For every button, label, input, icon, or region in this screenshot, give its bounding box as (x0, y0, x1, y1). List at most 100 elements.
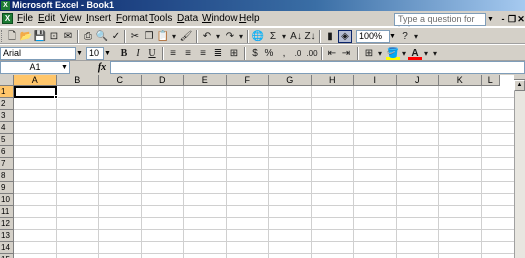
row-header-12[interactable]: 12 (0, 218, 14, 230)
column-header-i[interactable]: I (354, 75, 397, 86)
font-color-dropdown-icon[interactable]: ▾ (422, 47, 430, 60)
autosum-dropdown-icon[interactable]: ▾ (280, 30, 288, 43)
align-center-icon[interactable]: ≡ (181, 47, 195, 60)
align-left-icon[interactable]: ≡ (166, 47, 180, 60)
underline-button[interactable]: U (145, 47, 159, 60)
row-header-1[interactable]: 1 (0, 86, 14, 98)
insert-function-icon[interactable]: fx (95, 61, 109, 74)
help-icon[interactable]: ? (398, 30, 412, 43)
italic-button[interactable]: I (131, 47, 145, 60)
menu-edit[interactable]: Edit (36, 13, 57, 25)
percent-button[interactable]: % (262, 47, 276, 60)
row-header-6[interactable]: 6 (0, 146, 14, 158)
row-header-15[interactable]: 15 (0, 254, 14, 258)
currency-button[interactable]: $ (248, 47, 262, 60)
merge-center-icon[interactable]: ⊞ (227, 47, 241, 60)
zoom-select[interactable]: 100% (356, 30, 390, 43)
borders-icon[interactable]: ⊞ (362, 47, 376, 60)
help-dropdown-arrow-icon[interactable]: ▼ (486, 14, 495, 25)
help-search-input[interactable]: Type a question for help (394, 13, 486, 35)
cut-icon[interactable]: ✂ (128, 30, 142, 43)
email-icon[interactable]: ✉ (61, 30, 75, 43)
row-header-11[interactable]: 11 (0, 206, 14, 218)
decrease-indent-icon[interactable]: ⇤ (325, 47, 339, 60)
row-header-2[interactable]: 2 (0, 98, 14, 110)
column-header-g[interactable]: G (269, 75, 312, 86)
save-icon[interactable]: 💾 (33, 30, 47, 43)
undo-dropdown-icon[interactable]: ▾ (214, 30, 222, 43)
menu-help[interactable]: Help (237, 13, 262, 25)
column-header-h[interactable]: H (311, 75, 354, 86)
font-size-select[interactable]: 10 (86, 47, 104, 60)
print-preview-icon[interactable]: 🔍 (95, 30, 109, 43)
menu-file[interactable]: File (15, 13, 35, 25)
font-dropdown-icon[interactable]: ▼ (75, 47, 84, 60)
row-header-14[interactable]: 14 (0, 242, 14, 254)
menu-window[interactable]: Window (200, 13, 240, 25)
fill-handle[interactable] (54, 95, 58, 99)
font-name-select[interactable]: Arial (0, 47, 76, 60)
menu-tools[interactable]: Tools (147, 13, 174, 25)
undo-icon[interactable]: ↶ (200, 30, 214, 43)
row-header-9[interactable]: 9 (0, 182, 14, 194)
redo-icon[interactable]: ↷ (223, 30, 237, 43)
print-icon[interactable]: ⎙ (81, 30, 95, 43)
column-header-f[interactable]: F (226, 75, 269, 86)
menu-format[interactable]: Format (114, 13, 150, 25)
fill-color-dropdown-icon[interactable]: ▾ (400, 47, 408, 60)
menu-insert[interactable]: Insert (84, 13, 113, 25)
copy-icon[interactable]: ❐ (142, 30, 156, 43)
drawing-icon[interactable]: ◈ (338, 30, 352, 43)
new-file-icon[interactable]: 🗋 (5, 30, 19, 43)
paste-dropdown-icon[interactable]: ▾ (170, 30, 178, 43)
column-header-j[interactable]: J (396, 75, 439, 86)
bold-button[interactable]: B (117, 47, 131, 60)
format-painter-icon[interactable]: 🖌 (179, 30, 193, 43)
select-all-corner[interactable] (0, 75, 14, 86)
fill-color-icon[interactable]: 🪣 (386, 47, 400, 60)
comma-style-button[interactable]: , (277, 47, 291, 60)
vertical-scrollbar[interactable] (514, 75, 525, 258)
open-folder-icon[interactable]: 📂 (19, 30, 33, 43)
row-header-5[interactable]: 5 (0, 134, 14, 146)
active-cell-a1[interactable] (14, 86, 57, 98)
borders-dropdown-icon[interactable]: ▾ (376, 47, 384, 60)
paste-icon[interactable]: 📋 (156, 30, 170, 43)
column-header-l[interactable]: L (481, 75, 500, 86)
row-header-3[interactable]: 3 (0, 110, 14, 122)
scroll-up-icon[interactable]: ▲ (514, 80, 525, 91)
column-header-e[interactable]: E (184, 75, 227, 86)
menu-view[interactable]: View (58, 13, 84, 25)
increase-decimal-icon[interactable]: .0 (291, 47, 305, 60)
autosum-icon[interactable]: Σ (266, 30, 280, 43)
column-header-d[interactable]: D (141, 75, 184, 86)
row-header-10[interactable]: 10 (0, 194, 14, 206)
sort-descending-icon[interactable]: Z↓ (303, 30, 317, 43)
column-header-c[interactable]: C (99, 75, 142, 86)
row-header-13[interactable]: 13 (0, 230, 14, 242)
hyperlink-icon[interactable]: 🌐 (251, 30, 265, 43)
spreadsheet-grid[interactable]: ABCDEFGHIJKL 123456789101112131415 (0, 75, 525, 258)
column-header-k[interactable]: K (439, 75, 482, 86)
column-header-b[interactable]: B (56, 75, 99, 86)
align-right-icon[interactable]: ≡ (196, 47, 210, 60)
redo-dropdown-icon[interactable]: ▾ (237, 30, 245, 43)
toolbar-grip[interactable] (1, 30, 4, 42)
workbook-icon[interactable]: X (2, 13, 13, 24)
justify-icon[interactable]: ≣ (211, 47, 225, 60)
chart-wizard-icon[interactable]: ▮ (323, 30, 337, 43)
menu-data[interactable]: Data (175, 13, 200, 25)
font-color-button[interactable]: A (408, 47, 422, 60)
size-dropdown-icon[interactable]: ▼ (103, 47, 112, 60)
row-header-4[interactable]: 4 (0, 122, 14, 134)
toolbar-options-icon[interactable]: ▾ (431, 47, 439, 60)
zoom-dropdown-icon[interactable]: ▼ (388, 30, 397, 43)
excel-app-icon[interactable]: X (1, 1, 10, 10)
spelling-icon[interactable]: ✓ (109, 30, 123, 43)
decrease-decimal-icon[interactable]: .00 (305, 47, 319, 60)
sort-ascending-icon[interactable]: A↓ (289, 30, 303, 43)
help-dropdown-icon[interactable]: ▾ (412, 30, 420, 43)
formula-input[interactable] (110, 61, 525, 74)
row-header-7[interactable]: 7 (0, 158, 14, 170)
name-box-dropdown-icon[interactable]: ▼ (60, 62, 69, 73)
